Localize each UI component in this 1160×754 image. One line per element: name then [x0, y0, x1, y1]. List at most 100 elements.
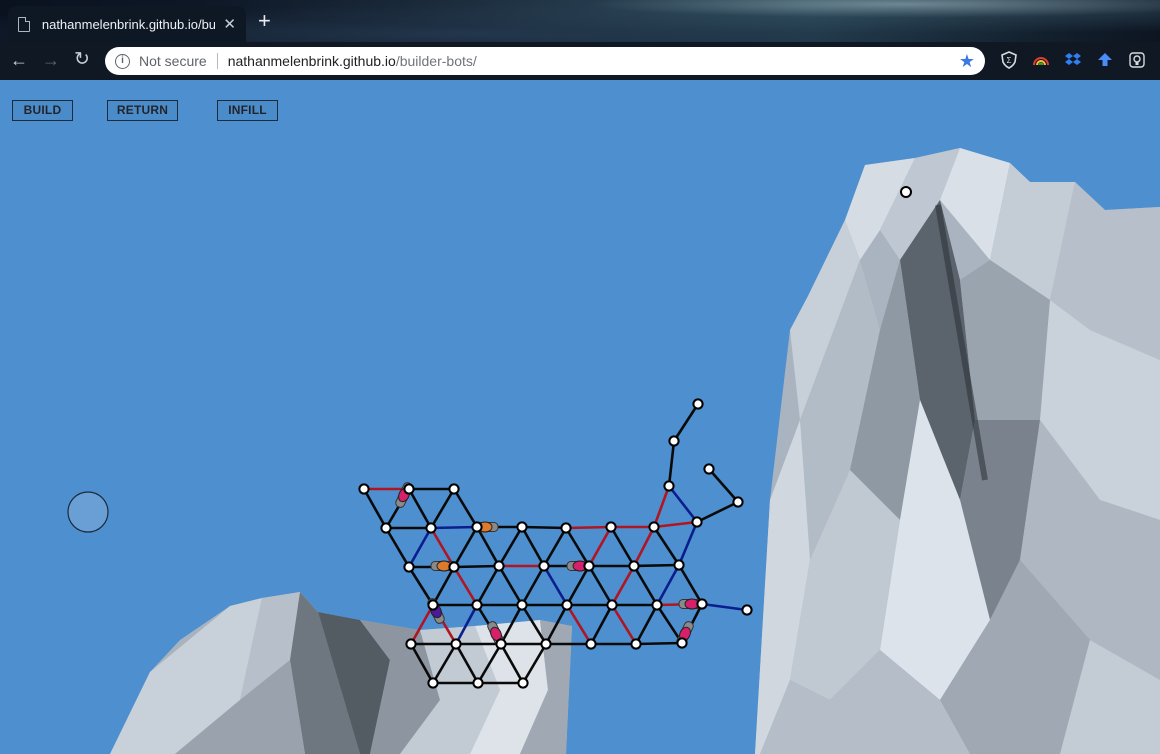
lattice-node[interactable] [405, 638, 417, 650]
strut [452, 566, 479, 606]
lattice-node[interactable] [648, 521, 660, 533]
lattice-node[interactable] [448, 561, 460, 573]
url-path: /builder-bots/ [395, 53, 477, 69]
lattice-node[interactable] [696, 598, 708, 610]
shield-extension-icon[interactable]: Σ [999, 50, 1019, 70]
strut [407, 488, 433, 529]
strut [453, 564, 500, 569]
bookmark-star-icon[interactable]: ★ [959, 51, 975, 72]
lattice-node[interactable] [448, 483, 460, 495]
strut [610, 565, 636, 606]
strut [407, 527, 433, 568]
lattice-node[interactable] [692, 398, 704, 410]
strut [696, 500, 739, 524]
cursor-circle[interactable] [67, 491, 109, 533]
lattice-node[interactable] [741, 604, 753, 616]
strut [542, 565, 569, 606]
lattice-node[interactable] [517, 677, 529, 689]
lattice-node[interactable] [605, 521, 617, 533]
page-icon [18, 16, 30, 32]
lattice-node[interactable] [630, 638, 642, 650]
info-icon[interactable]: i [115, 53, 130, 69]
lattice-node[interactable] [560, 522, 572, 534]
lattice-node[interactable] [471, 599, 483, 611]
strut [564, 527, 591, 567]
game-canvas[interactable]: BUILD RETURN INFILL [0, 80, 1160, 754]
strut [667, 485, 699, 523]
strut [497, 565, 524, 606]
lattice-node[interactable] [703, 463, 715, 475]
target-node[interactable] [900, 186, 912, 198]
rainbow-extension-icon[interactable] [1031, 50, 1051, 70]
strut [384, 527, 411, 568]
lattice-node[interactable] [663, 480, 675, 492]
lattice-node[interactable] [606, 599, 618, 611]
strut [652, 526, 681, 566]
strut [475, 526, 501, 567]
lattice-node[interactable] [471, 521, 483, 533]
divider [216, 53, 218, 69]
strut [677, 564, 704, 605]
strut [610, 604, 638, 645]
strut [652, 485, 671, 528]
lattice-node[interactable] [540, 638, 552, 650]
infill-button[interactable]: INFILL [217, 100, 278, 121]
strut [565, 525, 612, 530]
strut [429, 488, 456, 529]
lattice-node[interactable] [358, 483, 370, 495]
forward-arrow-icon[interactable]: → [42, 50, 60, 70]
strut [475, 565, 501, 606]
left-rock-terrain [110, 592, 572, 754]
game-scene [67, 148, 1160, 754]
strut [672, 403, 700, 442]
lattice-node[interactable] [403, 483, 415, 495]
lattice-node[interactable] [380, 522, 392, 534]
lattice-node[interactable] [403, 561, 415, 573]
lattice-node[interactable] [495, 638, 507, 650]
build-button[interactable]: BUILD [12, 100, 73, 121]
strut [452, 488, 479, 528]
lattice-node[interactable] [691, 516, 703, 528]
new-tab-button[interactable]: + [258, 10, 271, 32]
tab-strip: nathanmelenbrink.github.io/builder-bots/… [0, 0, 1160, 42]
strut [362, 488, 388, 529]
svg-text:Σ: Σ [1007, 56, 1012, 65]
lattice-node[interactable] [427, 599, 439, 611]
reload-icon[interactable]: ↻ [74, 50, 90, 70]
address-bar[interactable]: i Not secure nathanmelenbrink.github.io … [105, 47, 985, 75]
lattice-node[interactable] [628, 560, 640, 572]
lattice-node[interactable] [538, 560, 550, 572]
back-arrow-icon[interactable]: ← [10, 50, 28, 70]
strut [565, 565, 591, 606]
strut [587, 526, 613, 567]
strut [634, 604, 659, 645]
lattice-node[interactable] [427, 677, 439, 689]
lattice-node[interactable] [425, 522, 437, 534]
tab-builder-bots[interactable]: nathanmelenbrink.github.io/builder-bots/… [8, 6, 246, 42]
lattice-node[interactable] [668, 435, 680, 447]
strut [520, 526, 546, 567]
lattice-node[interactable] [583, 560, 595, 572]
upload-arrow-icon[interactable] [1095, 50, 1115, 70]
lattice-node[interactable] [673, 559, 685, 571]
lattice-node[interactable] [450, 638, 462, 650]
dropbox-icon[interactable] [1063, 50, 1083, 70]
lattice-node[interactable] [585, 638, 597, 650]
lightbulb-icon[interactable] [1127, 50, 1147, 70]
strut [542, 527, 568, 567]
lattice-node[interactable] [651, 599, 663, 611]
close-tab-icon[interactable]: ✕ [223, 15, 236, 33]
lattice-node[interactable] [516, 521, 528, 533]
lattice-node[interactable] [676, 637, 688, 649]
lattice-node[interactable] [472, 677, 484, 689]
return-button[interactable]: RETURN [107, 100, 178, 121]
strut [452, 526, 479, 568]
lattice-node[interactable] [561, 599, 573, 611]
lattice-node[interactable] [732, 496, 744, 508]
strut [708, 468, 739, 503]
lattice-node[interactable] [516, 599, 528, 611]
strut [609, 526, 636, 567]
strut [635, 641, 683, 646]
lattice-node[interactable] [493, 560, 505, 572]
tab-title: nathanmelenbrink.github.io/builder-bots/ [41, 16, 216, 32]
